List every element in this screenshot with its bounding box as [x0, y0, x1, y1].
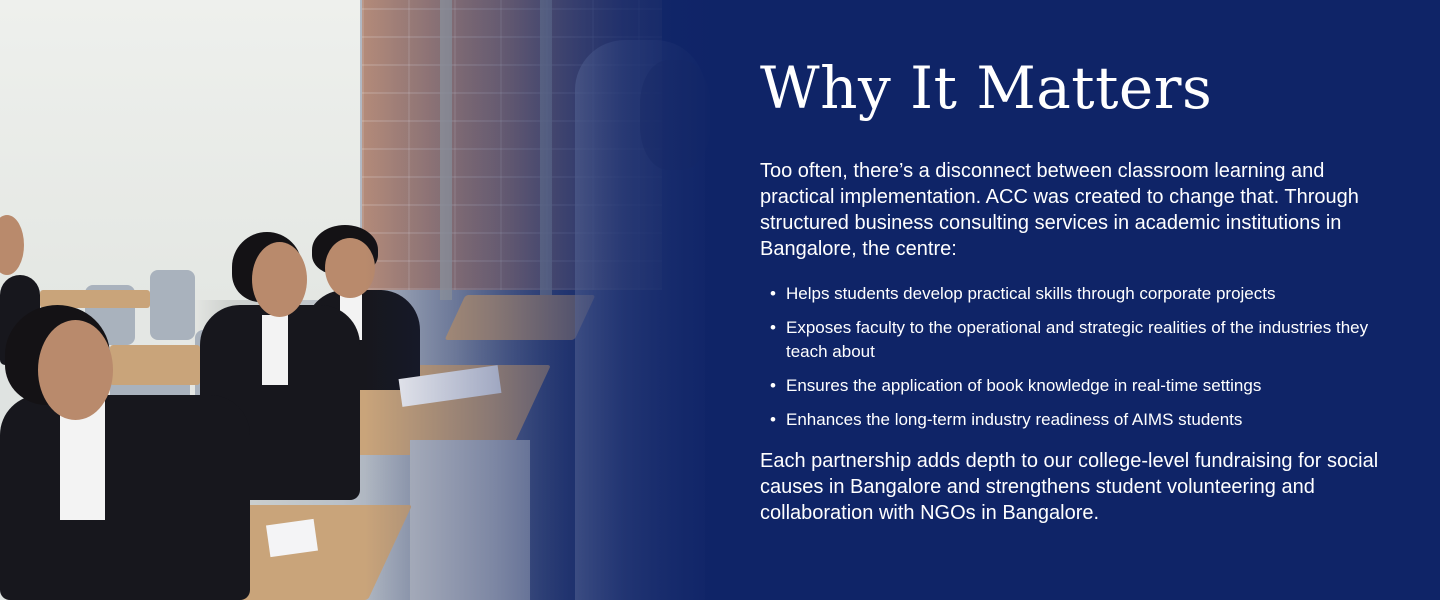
classroom-photo: [0, 0, 760, 600]
bullet-dot-icon: •: [770, 376, 776, 395]
benefits-list: • Helps students develop practical skill…: [760, 282, 1380, 432]
closing-paragraph: Each partnership adds depth to our colle…: [760, 450, 1379, 524]
list-item-text: Exposes faculty to the operational and s…: [786, 318, 1369, 361]
list-item: • Ensures the application of book knowle…: [760, 374, 1380, 398]
photo-gradient-overlay: [0, 0, 760, 600]
bullet-dot-icon: •: [770, 318, 776, 337]
content-panel: Why It Matters Too often, there’s a disc…: [760, 52, 1380, 526]
list-item: • Exposes faculty to the operational and…: [760, 316, 1380, 364]
list-item: • Enhances the long-term industry readin…: [760, 408, 1380, 432]
list-item-text: Helps students develop practical skills …: [786, 284, 1276, 303]
bullet-dot-icon: •: [770, 410, 776, 429]
intro-paragraph: Too often, there’s a disconnect between …: [760, 160, 1359, 260]
list-item-text: Enhances the long-term industry readines…: [786, 410, 1243, 429]
why-it-matters-section: Why It Matters Too often, there’s a disc…: [0, 0, 1440, 600]
section-title: Why It Matters: [760, 54, 1213, 122]
bullet-dot-icon: •: [770, 284, 776, 303]
list-item: • Helps students develop practical skill…: [760, 282, 1380, 306]
list-item-text: Ensures the application of book knowledg…: [786, 376, 1262, 395]
